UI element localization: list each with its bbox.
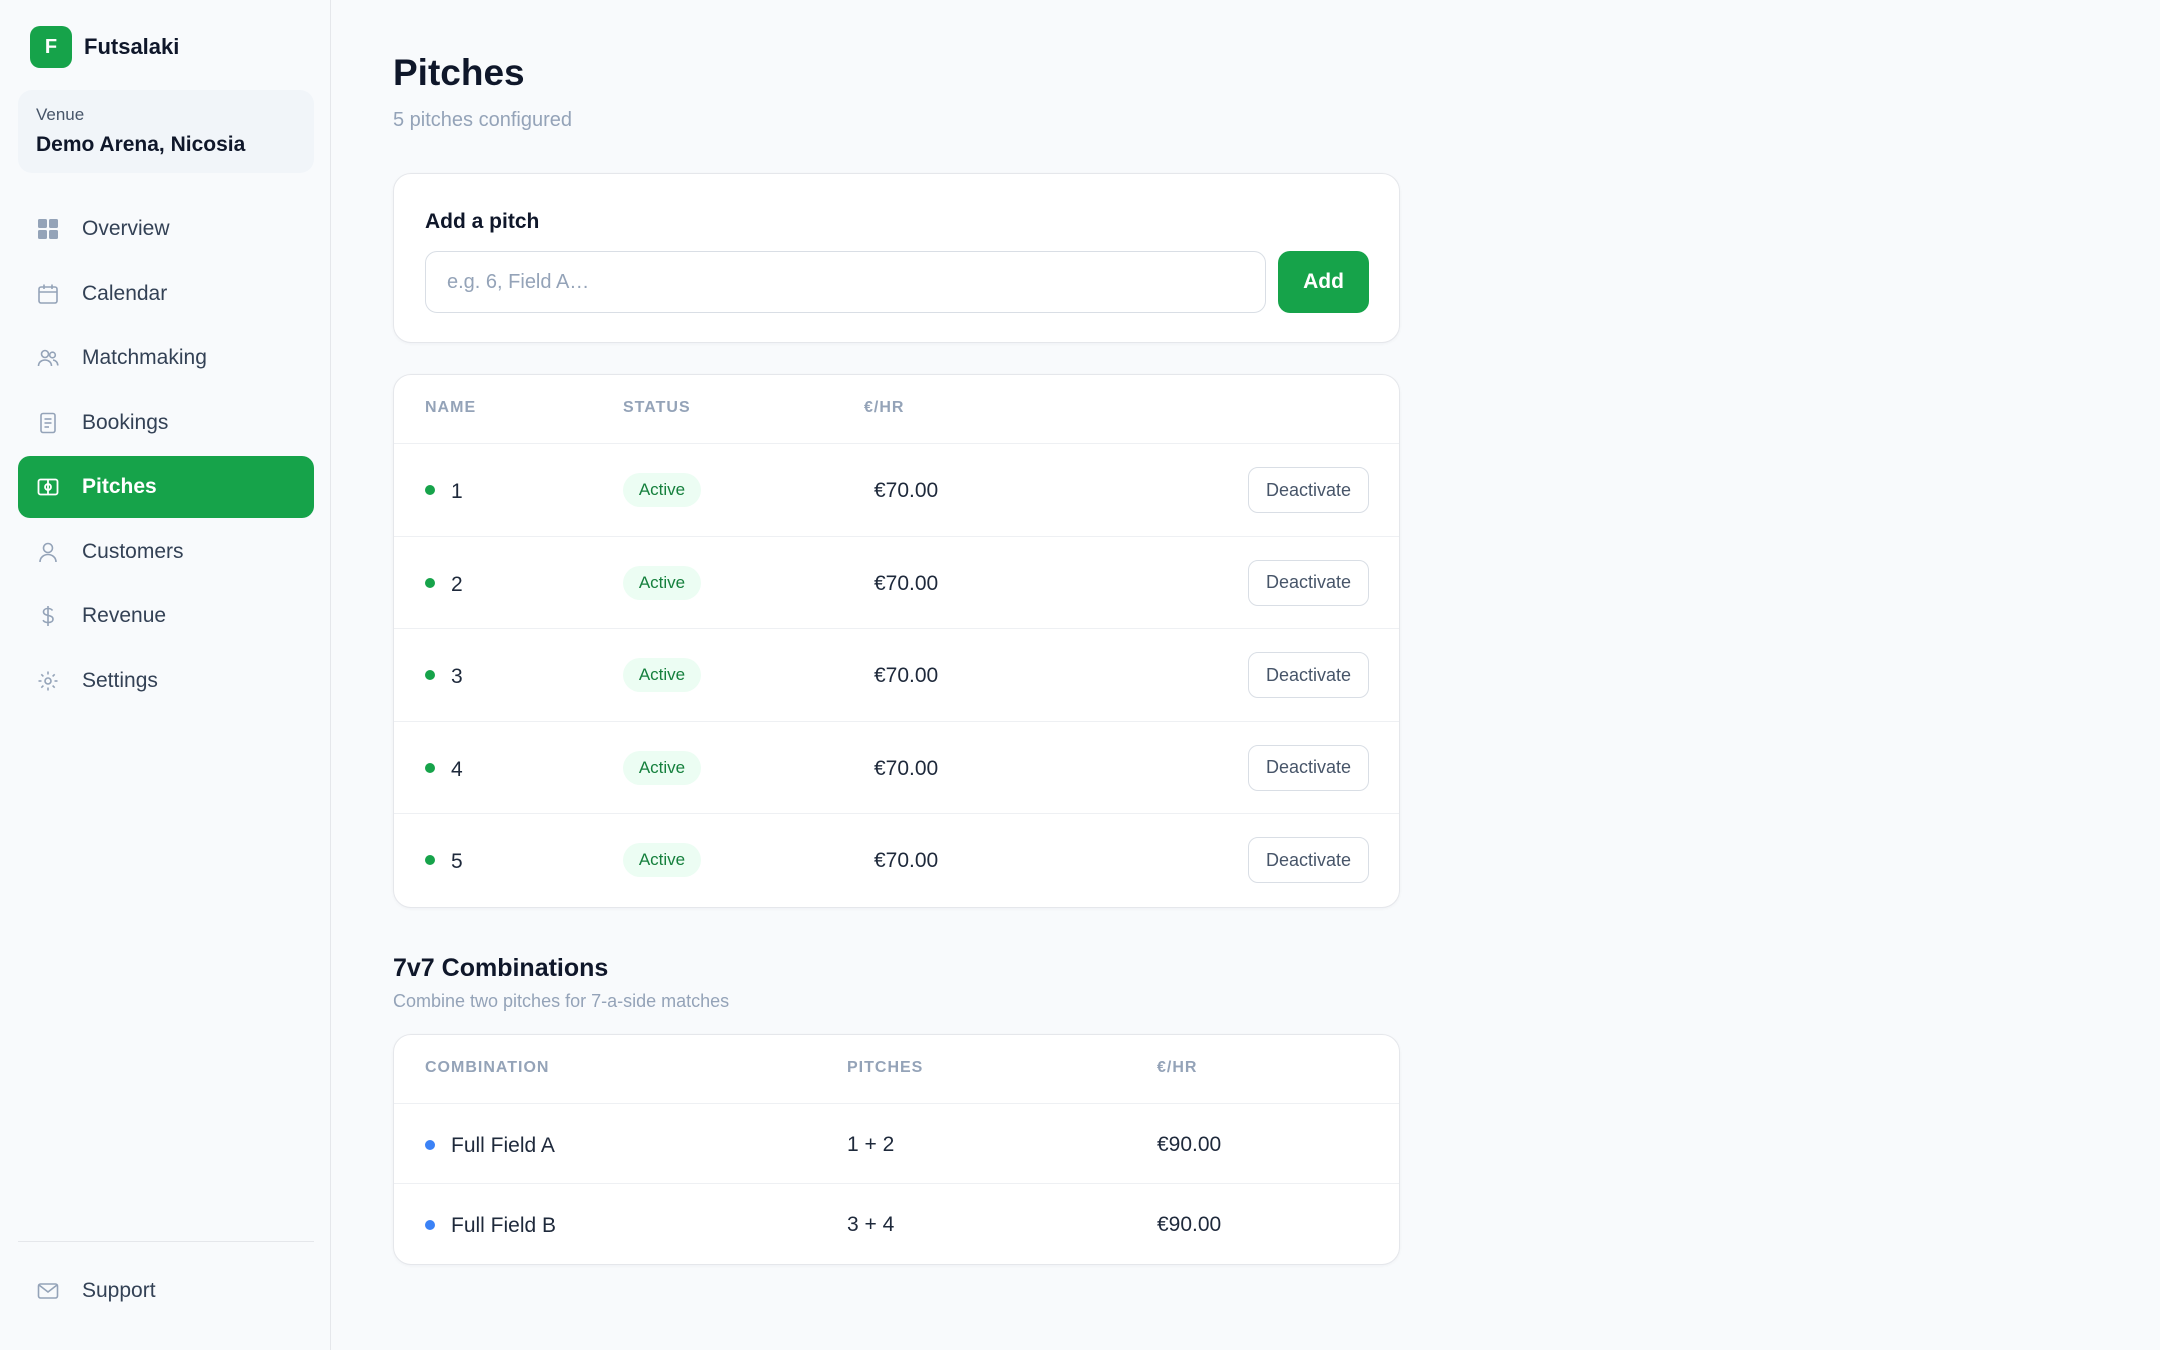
combination-dot xyxy=(425,1220,435,1230)
status-dot xyxy=(425,577,435,588)
sidebar: F Futsalaki Venue Demo Arena, Nicosia Ov… xyxy=(0,0,331,1350)
sidebar-item-label: Revenue xyxy=(82,604,167,627)
status-dot xyxy=(425,762,435,773)
combination-rate: €90.00 xyxy=(1157,1213,1222,1236)
pitches-table: NAME STATUS €/HR 1 Active €70.00 Deactiv… xyxy=(393,374,1400,908)
dollar-icon xyxy=(36,604,60,628)
sidebar-item-label: Pitches xyxy=(82,475,157,498)
combination-pitches: 3 + 4 xyxy=(847,1213,895,1236)
status-badge: Active xyxy=(623,750,701,785)
page-subtitle: 5 pitches configured xyxy=(393,109,573,131)
pitch-rate: €70.00 xyxy=(874,571,939,595)
sidebar-item-label: Matchmaking xyxy=(82,346,207,369)
status-badge: Active xyxy=(623,658,701,692)
table-row: 5 Active €70.00 Deactivate xyxy=(394,814,1399,907)
sidebar-item-matchmaking[interactable]: Matchmaking xyxy=(18,327,314,389)
sidebar-item-label: Calendar xyxy=(82,281,168,305)
column-header-pitches[interactable]: PITCHES xyxy=(847,1059,923,1077)
brand-logo: F xyxy=(30,26,72,68)
pitch-name-input[interactable] xyxy=(425,251,1266,313)
column-header-status[interactable]: STATUS xyxy=(623,399,691,417)
status-badge: Active xyxy=(623,565,701,600)
status-badge: Active xyxy=(623,473,701,507)
venue-name: Demo Arena, Nicosia xyxy=(36,133,246,156)
venue-label: Venue xyxy=(36,105,85,124)
combinations-title: 7v7 Combinations xyxy=(393,954,609,982)
deactivate-button[interactable]: Deactivate xyxy=(1248,837,1369,883)
table-header: COMBINATION PITCHES €/HR xyxy=(394,1035,1399,1104)
users-icon xyxy=(36,346,60,370)
pitch-name: 5 xyxy=(451,850,463,873)
table-row: 3 Active €70.00 Deactivate xyxy=(394,629,1399,722)
sidebar-item-label: Support xyxy=(82,1279,156,1302)
user-icon xyxy=(36,540,60,564)
sidebar-nav: Overview Calendar Matchmaking Bookings P… xyxy=(18,198,314,714)
calendar-icon xyxy=(36,282,60,306)
sidebar-item-calendar[interactable]: Calendar xyxy=(18,263,314,325)
brand[interactable]: F Futsalaki xyxy=(30,26,179,68)
combinations-table: COMBINATION PITCHES €/HR Full Field A 1 … xyxy=(393,1034,1400,1265)
status-dot xyxy=(425,670,435,680)
column-header-rate[interactable]: €/HR xyxy=(1157,1059,1197,1077)
table-row: Full Field A 1 + 2 €90.00 xyxy=(394,1104,1399,1184)
sidebar-item-support[interactable]: Support xyxy=(18,1260,314,1322)
sidebar-item-revenue[interactable]: Revenue xyxy=(18,585,314,647)
combination-dot xyxy=(425,1140,435,1150)
sidebar-item-customers[interactable]: Customers xyxy=(18,521,314,583)
table-row: 1 Active €70.00 Deactivate xyxy=(394,444,1399,537)
pitch-name: 4 xyxy=(451,757,463,781)
sidebar-item-settings[interactable]: Settings xyxy=(18,650,314,712)
deactivate-button[interactable]: Deactivate xyxy=(1248,652,1369,698)
mail-icon xyxy=(36,1279,60,1303)
sidebar-item-label: Overview xyxy=(82,217,170,240)
combination-rate: €90.00 xyxy=(1157,1133,1222,1156)
deactivate-button[interactable]: Deactivate xyxy=(1248,559,1369,606)
pitch-rate: €70.00 xyxy=(874,664,939,687)
pitch-name: 2 xyxy=(451,572,463,596)
table-header: NAME STATUS €/HR xyxy=(394,375,1399,444)
add-pitch-card: Add a pitch Add xyxy=(393,173,1400,343)
status-dot xyxy=(425,485,435,495)
deactivate-button[interactable]: Deactivate xyxy=(1248,744,1369,791)
add-pitch-button[interactable]: Add xyxy=(1278,251,1369,313)
status-dot xyxy=(425,855,435,865)
gear-icon xyxy=(36,669,60,693)
sidebar-item-bookings[interactable]: Bookings xyxy=(18,392,314,454)
sidebar-item-label: Settings xyxy=(82,668,158,692)
pitch-name: 3 xyxy=(451,665,463,688)
deactivate-button[interactable]: Deactivate xyxy=(1248,467,1369,513)
table-row: 4 Active €70.00 Deactivate xyxy=(394,722,1399,814)
pitch-rate: €70.00 xyxy=(874,479,939,502)
add-pitch-title: Add a pitch xyxy=(425,210,540,233)
combination-name: Full Field B xyxy=(451,1214,557,1237)
sidebar-item-overview[interactable]: Overview xyxy=(18,198,314,260)
grid-icon xyxy=(36,217,60,241)
pitch-name: 1 xyxy=(451,480,463,503)
status-badge: Active xyxy=(623,843,701,877)
sidebar-item-label: Customers xyxy=(82,539,184,563)
brand-name: Futsalaki xyxy=(84,34,180,59)
pitch-rate: €70.00 xyxy=(874,756,939,780)
venue-selector[interactable]: Venue Demo Arena, Nicosia xyxy=(18,90,314,173)
pitch-rate: €70.00 xyxy=(874,849,939,872)
pitch-icon xyxy=(36,475,60,499)
column-header-rate[interactable]: €/HR xyxy=(864,399,904,417)
document-icon xyxy=(36,411,60,435)
combinations-subtitle: Combine two pitches for 7-a-side matches xyxy=(393,991,730,1011)
combination-pitches: 1 + 2 xyxy=(847,1133,895,1156)
column-header-name[interactable]: NAME xyxy=(425,399,476,417)
table-row: 2 Active €70.00 Deactivate xyxy=(394,537,1399,629)
sidebar-item-label: Bookings xyxy=(82,410,169,434)
sidebar-divider xyxy=(18,1241,314,1242)
sidebar-item-pitches[interactable]: Pitches xyxy=(18,456,314,518)
page-title: Pitches xyxy=(393,52,525,93)
column-header-combination[interactable]: COMBINATION xyxy=(425,1059,549,1077)
table-row: Full Field B 3 + 4 €90.00 xyxy=(394,1184,1399,1264)
combination-name: Full Field A xyxy=(451,1134,555,1157)
